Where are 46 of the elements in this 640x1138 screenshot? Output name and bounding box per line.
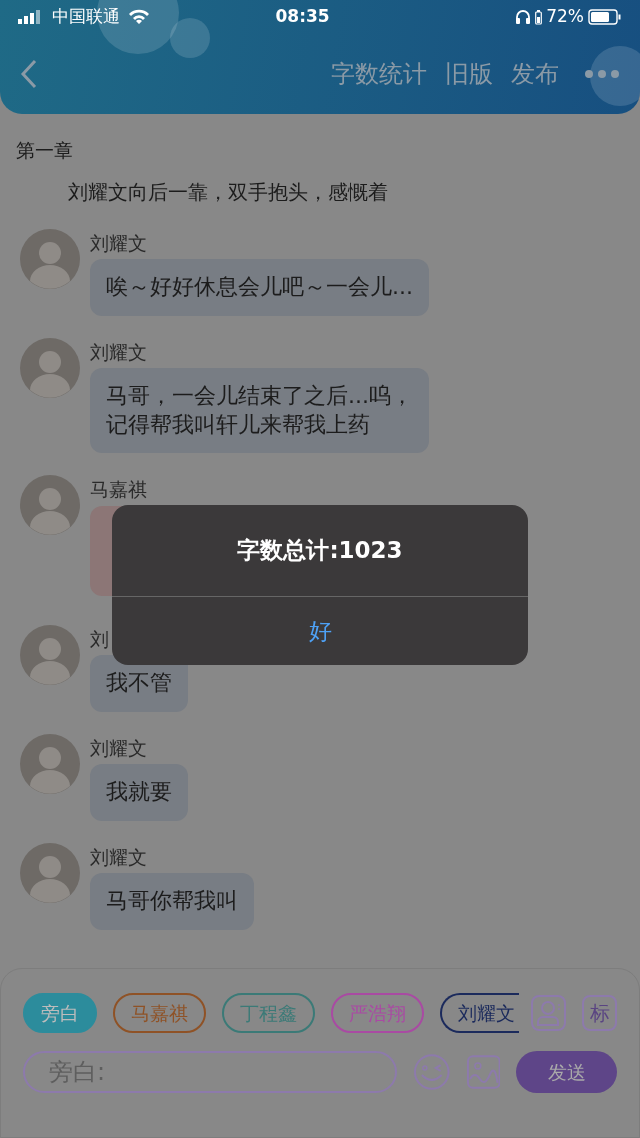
role-chip[interactable]: 丁程鑫: [222, 993, 315, 1033]
speaker-name: 刘耀文: [90, 339, 147, 365]
send-button[interactable]: 发送: [516, 1051, 617, 1093]
tag-button[interactable]: 标: [582, 995, 617, 1031]
avatar: [20, 337, 80, 398]
avatar: [20, 733, 80, 794]
ok-button[interactable]: 好: [112, 597, 528, 665]
wifi-icon: [128, 9, 150, 25]
headphones-icon: [515, 9, 532, 25]
image-icon[interactable]: [466, 1055, 501, 1089]
message-text: 马哥，一会儿结束了之后...呜，: [106, 382, 413, 411]
chapter-title: 第一章: [16, 139, 73, 161]
header-action[interactable]: 发布: [502, 56, 568, 92]
speaker-name: 刘耀文: [90, 844, 147, 870]
role-chip[interactable]: 刘耀文: [440, 993, 519, 1033]
role-chip[interactable]: 旁白: [23, 993, 97, 1033]
speaker-name: 马嘉祺: [90, 477, 147, 503]
battery-icon: [588, 9, 622, 25]
message-text: 我就要: [106, 778, 172, 807]
avatar: [20, 228, 80, 289]
carrier-name: 中国联通: [52, 5, 120, 29]
emoji-icon[interactable]: [413, 1053, 451, 1091]
speaker-name: 刘: [90, 626, 109, 652]
more-icon[interactable]: [584, 69, 620, 79]
person-icon: [535, 999, 562, 1027]
clock-time: 08:35: [275, 5, 330, 29]
message-text: 唉～好好休息会儿吧～一会儿...: [106, 273, 413, 301]
avatar: [20, 475, 80, 536]
header-action[interactable]: 字数统计: [322, 56, 436, 92]
narration-text: 刘耀文向后一靠，双手抱头，感慨着: [68, 179, 388, 204]
battery-percent: 72%: [546, 5, 584, 29]
speaker-name: 刘耀文: [90, 735, 147, 761]
message-text: 马哥你帮我叫: [106, 887, 238, 916]
role-chip[interactable]: 马嘉祺: [113, 993, 206, 1033]
speaker-name: 刘耀文: [90, 230, 147, 256]
decor-circle: [590, 46, 640, 106]
header-action[interactable]: 旧版: [436, 56, 502, 92]
battery-small-icon: [535, 9, 543, 25]
role-chip[interactable]: 严浩翔: [331, 993, 424, 1033]
message-text: 记得帮我叫轩儿来帮我上药: [106, 410, 371, 439]
back-icon[interactable]: [20, 59, 38, 89]
alert-message: 字数总计:1023: [237, 536, 403, 566]
avatar: [20, 842, 80, 903]
message-text: 我不管: [106, 669, 172, 698]
avatar: [20, 624, 80, 685]
character-button[interactable]: [531, 995, 566, 1031]
